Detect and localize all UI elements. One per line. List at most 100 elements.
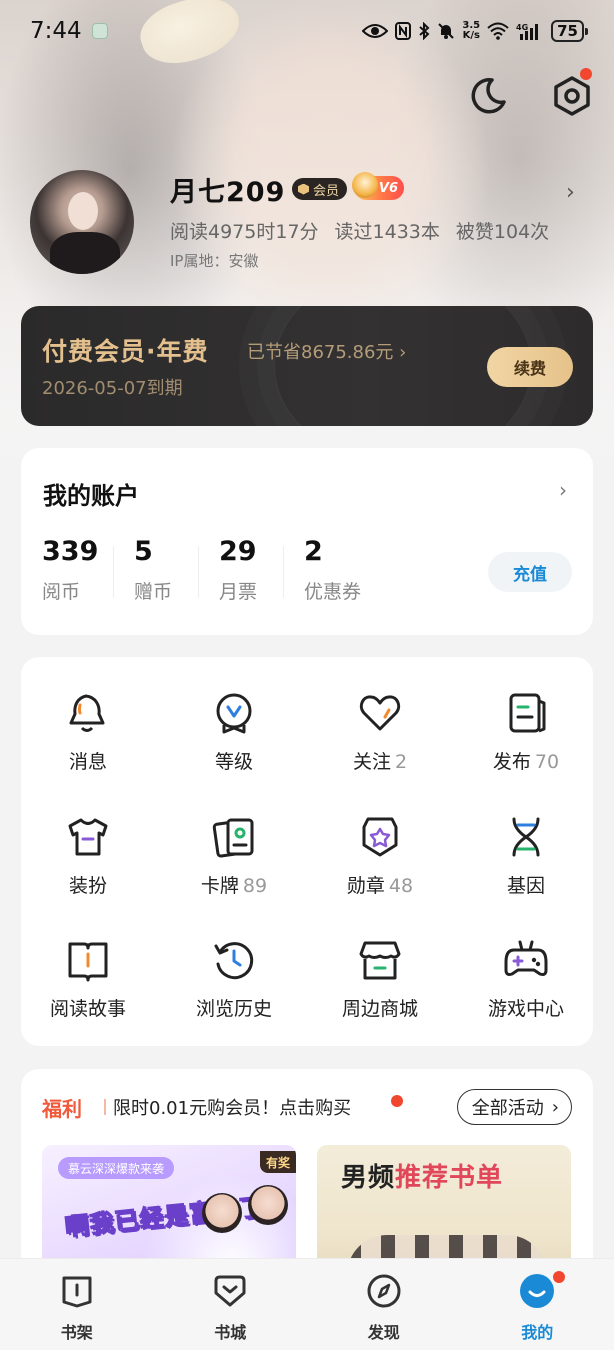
- eye-icon: [362, 24, 389, 38]
- grid-item-browse-history[interactable]: 浏览历史: [164, 938, 304, 1021]
- profile-name[interactable]: 月七209: [170, 170, 285, 209]
- bell-icon: [69, 694, 105, 732]
- balance-item-coupons[interactable]: 2 优惠券: [304, 536, 361, 604]
- all-activities-label: 全部活动: [471, 1098, 544, 1119]
- monthly-tickets-label: 月票: [219, 581, 258, 603]
- divider: [198, 546, 199, 598]
- grid-count: 89: [242, 875, 268, 897]
- profile-face-icon: [520, 1274, 555, 1308]
- balance-item-coins[interactable]: 339 阅币: [42, 536, 98, 604]
- grid-label: 装扮: [68, 875, 107, 897]
- nav-bookshelf[interactable]: 书架: [0, 1259, 154, 1350]
- avatar[interactable]: [30, 170, 134, 274]
- balance-item-gift-coins[interactable]: 5 赠币: [134, 536, 172, 604]
- grid-item-cards[interactable]: 卡牌 89: [164, 815, 304, 898]
- monthly-tickets-value: 29: [219, 536, 257, 567]
- grid-item-publish[interactable]: 发布 70: [456, 691, 596, 774]
- vip-membership-card[interactable]: 付费会员·年费 已节省8675.86元 › 2026-05-07到期 续费: [21, 306, 593, 426]
- grid-item-dressup[interactable]: 装扮: [18, 815, 158, 898]
- grid-label: 等级: [214, 751, 253, 773]
- nav-label: 我的: [521, 1323, 554, 1342]
- nav-label: 书架: [60, 1323, 93, 1342]
- profile-notification-dot: [552, 1271, 565, 1283]
- cards-icon: [212, 818, 254, 858]
- grid-count: 70: [534, 751, 560, 773]
- banner-prize-tag: 有奖: [259, 1151, 296, 1173]
- nfc-icon: [395, 22, 412, 40]
- balance-item-monthly-tickets[interactable]: 29 月票: [219, 536, 257, 604]
- all-activities-button[interactable]: 全部活动 ›: [456, 1089, 572, 1125]
- banner-title-plain: 男频: [341, 1163, 396, 1193]
- welfare-tag: 福利: [42, 1097, 82, 1121]
- grid-item-following[interactable]: 关注 2: [310, 691, 450, 774]
- welfare-notification-dot: [391, 1095, 403, 1107]
- status-icons: 3.5 K/s 4G 75: [362, 20, 588, 42]
- settings-button[interactable]: [550, 68, 594, 118]
- medal-icon: [362, 817, 398, 857]
- nav-discover[interactable]: 发现: [307, 1259, 461, 1350]
- dna-icon: [512, 817, 540, 857]
- feature-grid-card: 消息 等级 关注 2 发布 70 装扮 卡牌 89 勋章 48 基因 阅读故事 浏览历史…: [21, 657, 593, 1046]
- grid-item-medals[interactable]: 勋章 48: [310, 815, 450, 898]
- member-badge[interactable]: 会员: [292, 178, 348, 200]
- member-badge-label: 会员: [313, 183, 340, 199]
- grid-label: 勋章: [346, 875, 385, 897]
- discover-icon: [367, 1274, 401, 1308]
- grid-item-game-center[interactable]: 游戏中心: [456, 938, 596, 1021]
- grid-item-merch-shop[interactable]: 周边商城: [310, 938, 450, 1021]
- gift-coins-value: 5: [134, 536, 153, 567]
- welfare-promo-link[interactable]: 限时0.01元购会员！点击购买: [113, 1094, 351, 1120]
- grid-label: 卡牌: [200, 875, 239, 897]
- banner-character-boy: [248, 1185, 288, 1225]
- grid-label: 游戏中心: [487, 998, 564, 1020]
- grid-label: 发布: [492, 751, 531, 773]
- likes-count: 被赞104次: [455, 221, 550, 243]
- app-notification-icon: [91, 23, 108, 39]
- heart-icon: [359, 695, 401, 731]
- vip-saved-amount[interactable]: 已节省8675.86元 ›: [247, 338, 406, 364]
- coins-label: 阅币: [42, 581, 81, 603]
- vip-title: 付费会员·年费: [42, 337, 209, 366]
- shop-icon: [359, 941, 401, 980]
- grid-item-reading-stories[interactable]: 阅读故事: [18, 938, 158, 1021]
- banner-title-accent: 推荐书单: [395, 1163, 504, 1193]
- coupons-value: 2: [304, 536, 323, 567]
- grid-label: 基因: [506, 875, 545, 897]
- book-icon: [68, 942, 108, 982]
- grid-label: 阅读故事: [49, 998, 126, 1020]
- grid-label: 消息: [68, 751, 107, 773]
- account-title[interactable]: 我的账户: [43, 476, 139, 511]
- recharge-button[interactable]: 充值: [488, 552, 572, 592]
- network-speed: 3.5 K/s: [462, 20, 481, 41]
- profile-chevron-right-icon[interactable]: ›: [566, 180, 575, 205]
- coins-value: 339: [42, 536, 99, 567]
- account-chevron-right-icon[interactable]: ›: [559, 478, 567, 502]
- account-card: 我的账户 › 339 阅币 5 赠币 29 月票 2 优惠券 充值: [21, 448, 593, 635]
- grid-item-level[interactable]: 等级: [164, 691, 304, 774]
- bluetooth-icon: [419, 22, 430, 40]
- grid-label: 周边商城: [341, 998, 418, 1020]
- profile-stats: 阅读4975时17分 读过1433本 被赞104次: [170, 217, 549, 244]
- mute-bell-icon: [438, 23, 455, 39]
- grid-item-gene[interactable]: 基因: [456, 815, 596, 898]
- renew-button[interactable]: 续费: [487, 347, 573, 387]
- nav-bookstore[interactable]: 书城: [154, 1259, 308, 1350]
- status-bar: 7:44 3.5 K/s 4G 75: [0, 0, 614, 62]
- grid-label: 关注: [352, 751, 391, 773]
- signal-4g-icon: 4G: [516, 23, 539, 40]
- grid-item-messages[interactable]: 消息: [18, 691, 158, 774]
- vip-level-label: V6: [378, 180, 398, 196]
- nav-profile[interactable]: 我的: [461, 1259, 614, 1350]
- moon-icon: [471, 78, 506, 114]
- nav-label: 发现: [367, 1323, 400, 1342]
- welfare-divider: [104, 1099, 106, 1115]
- coupons-label: 优惠券: [304, 581, 362, 603]
- night-mode-button[interactable]: [466, 74, 510, 118]
- settings-hexagon-icon: [554, 76, 590, 116]
- bookshelf-icon: [62, 1276, 92, 1308]
- divider: [283, 546, 284, 598]
- level-badge-icon: [216, 693, 252, 734]
- tshirt-icon: [68, 818, 108, 856]
- vip-level-badge[interactable]: V6: [352, 172, 404, 200]
- chevron-right-icon: ›: [551, 1096, 559, 1118]
